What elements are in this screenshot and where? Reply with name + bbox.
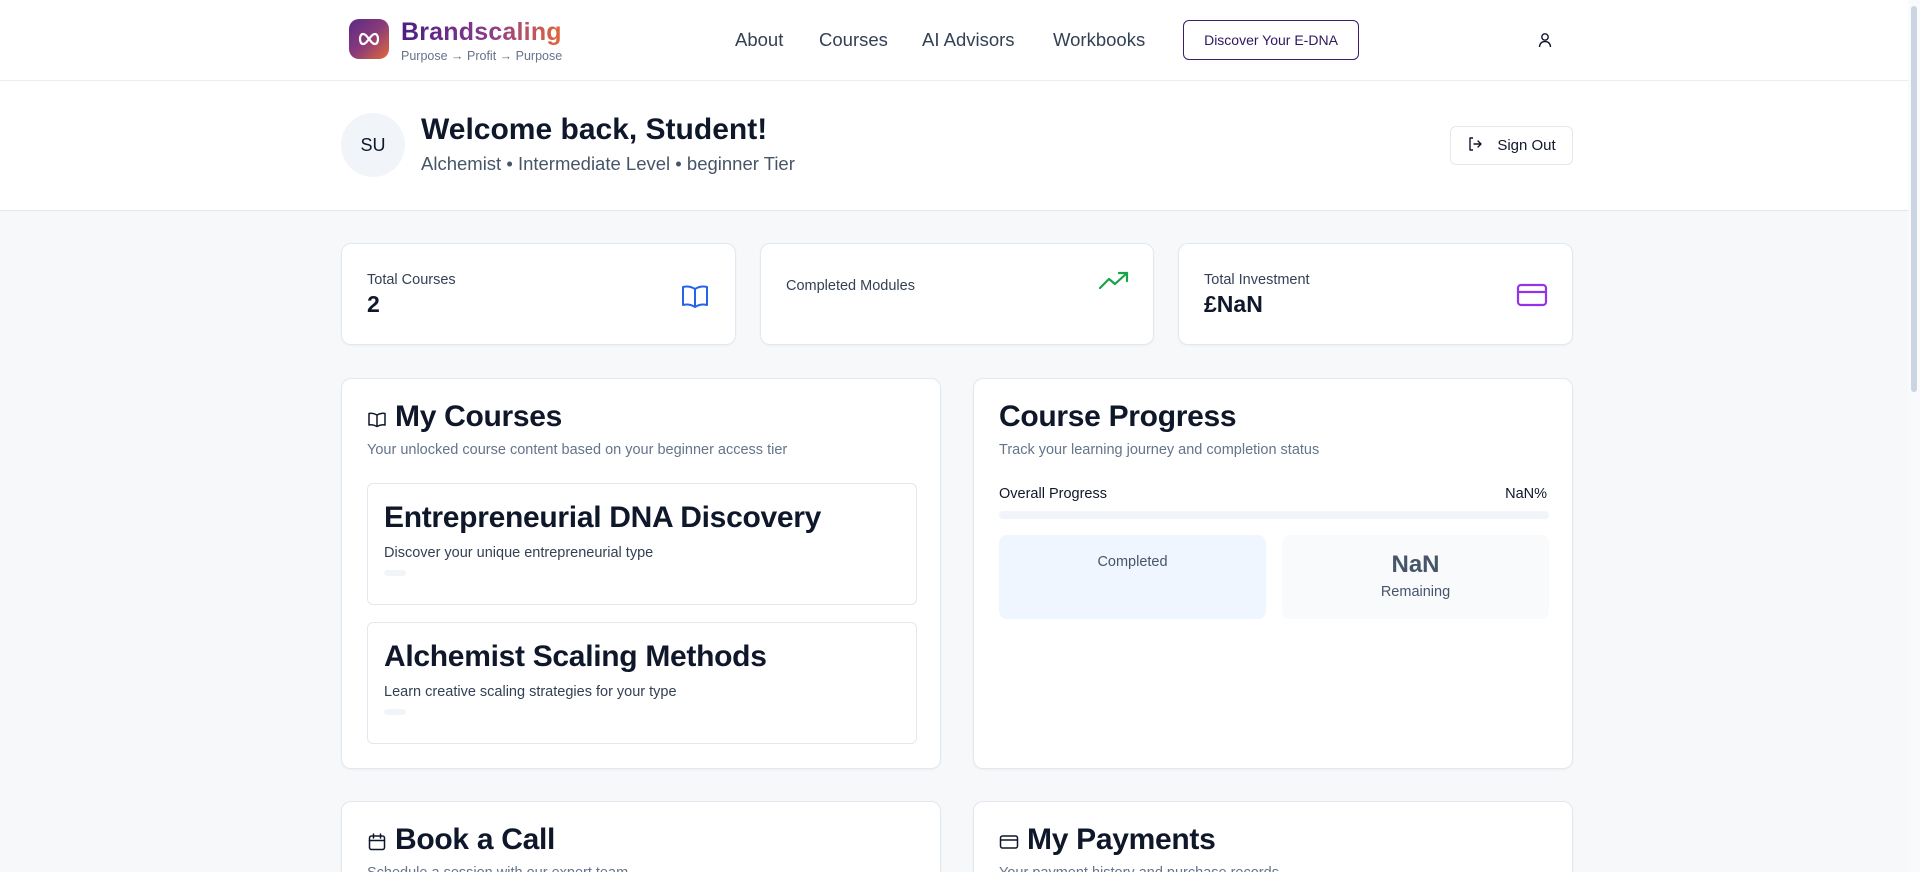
book-call-card: Book a Call Schedule a session with our … (341, 801, 941, 872)
section-description: Your unlocked course content based on yo… (367, 442, 788, 458)
my-courses-card: My Courses Your unlocked course content … (341, 378, 941, 769)
user-profile-summary: Alchemist • Intermediate Level • beginne… (421, 153, 795, 174)
page-title: Welcome back, Student! (421, 113, 768, 146)
nav-ai-advisors[interactable]: AI Advisors (922, 28, 1015, 52)
stat-label: Total Courses (367, 272, 456, 288)
section-title: Book a Call (395, 823, 556, 856)
top-navbar: Brandscaling Purpose → Profit → Purpose … (0, 0, 1920, 81)
trending-up-icon (1098, 270, 1130, 302)
calendar-icon (367, 832, 387, 857)
stat-card-total-investment: Total Investment £NaN (1178, 243, 1573, 345)
stat-label: Completed Modules (786, 278, 915, 294)
overall-progress-bar (999, 511, 1549, 519)
completed-label: Completed (1097, 554, 1168, 570)
log-out-icon (1467, 136, 1483, 156)
scrollbar-thumb[interactable] (1911, 6, 1917, 392)
sign-out-button[interactable]: Sign Out (1450, 126, 1573, 165)
stat-value: 2 (367, 291, 380, 317)
book-open-icon (679, 280, 711, 312)
course-title: Entrepreneurial DNA Discovery (384, 501, 822, 534)
discover-edna-button[interactable]: Discover Your E-DNA (1183, 20, 1359, 60)
section-description: Track your learning journey and completi… (999, 442, 1320, 458)
book-open-icon (367, 409, 387, 434)
course-progress-bar (384, 570, 406, 576)
my-payments-card: My Payments Your payment history and pur… (973, 801, 1573, 872)
remaining-value: NaN (1391, 551, 1440, 578)
nav-workbooks[interactable]: Workbooks (1053, 28, 1145, 52)
course-title: Alchemist Scaling Methods (384, 640, 767, 673)
credit-card-icon (999, 832, 1019, 857)
stat-value: £NaN (1204, 291, 1263, 317)
remaining-stat-box: NaN Remaining (1282, 535, 1549, 619)
section-description: Your payment history and purchase record… (999, 864, 1279, 872)
completed-stat-box: Completed (999, 535, 1266, 619)
welcome-banner (0, 81, 1920, 211)
overall-progress-label: Overall Progress (999, 486, 1107, 502)
user-icon[interactable] (1536, 31, 1554, 49)
nav-about[interactable]: About (735, 28, 783, 52)
brand-name[interactable]: Brandscaling (401, 17, 562, 47)
course-progress-card: Course Progress Track your learning jour… (973, 378, 1573, 769)
remaining-label: Remaining (1380, 584, 1451, 600)
stat-card-completed-modules: Completed Modules (760, 243, 1154, 345)
infinity-icon[interactable] (349, 19, 389, 59)
course-description: Discover your unique entrepreneurial typ… (384, 545, 654, 561)
course-item[interactable]: Alchemist Scaling Methods Learn creative… (367, 622, 917, 744)
course-item[interactable]: Entrepreneurial DNA Discovery Discover y… (367, 483, 917, 605)
stat-label: Total Investment (1204, 272, 1310, 288)
stat-card-total-courses: Total Courses 2 (341, 243, 736, 345)
avatar: SU (341, 113, 405, 177)
course-progress-bar (384, 709, 406, 715)
section-title: Course Progress (999, 400, 1237, 433)
sign-out-label: Sign Out (1497, 137, 1556, 154)
section-title: My Courses (395, 400, 563, 433)
course-description: Learn creative scaling strategies for yo… (384, 684, 677, 700)
brand-tagline: Purpose → Profit → Purpose (401, 49, 563, 63)
nav-courses[interactable]: Courses (819, 28, 888, 52)
section-description: Schedule a session with our expert team (367, 864, 628, 872)
credit-card-icon (1516, 282, 1548, 314)
section-title: My Payments (1027, 823, 1216, 856)
overall-progress-value: NaN% (1505, 486, 1547, 502)
